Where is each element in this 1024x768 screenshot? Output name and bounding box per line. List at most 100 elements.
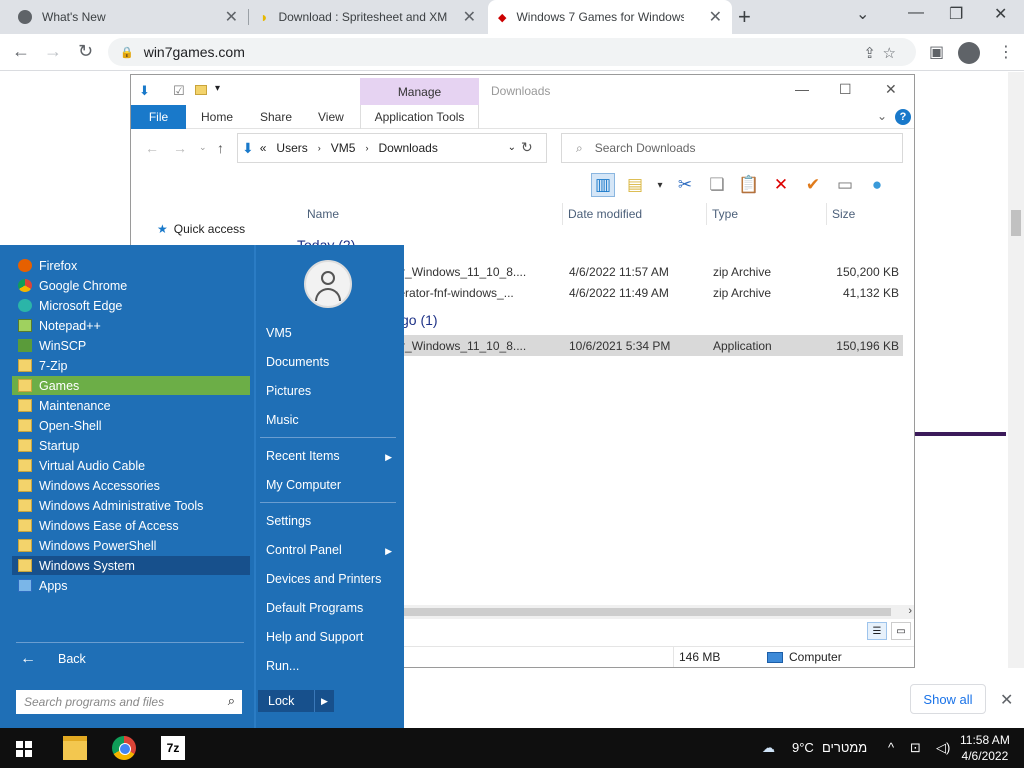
column-name[interactable]: Name xyxy=(307,207,339,221)
lock-button[interactable]: Lock ▶ xyxy=(258,690,334,712)
scrollbar-thumb[interactable] xyxy=(1011,210,1021,236)
page-scrollbar[interactable] xyxy=(1008,72,1024,668)
start-item-vm5[interactable]: VM5 xyxy=(266,326,396,340)
scrollbar-thumb[interactable] xyxy=(403,608,891,616)
windows-start-icon[interactable] xyxy=(16,741,32,757)
close-tab-icon[interactable]: ✕ xyxy=(463,7,476,27)
tab-application-tools[interactable]: Application Tools xyxy=(360,105,479,129)
close-download-bar-icon[interactable]: ✕ xyxy=(1000,690,1013,710)
column-type[interactable]: Type xyxy=(712,207,738,221)
start-item-pictures[interactable]: Pictures xyxy=(266,384,396,398)
show-hidden-icons-icon[interactable]: ^ xyxy=(888,740,894,755)
7zip-taskbar-icon[interactable]: 7z xyxy=(161,736,185,760)
delete-icon[interactable]: ✕ xyxy=(769,173,793,197)
chevron-down-icon[interactable]: ⌄ xyxy=(856,4,869,24)
properties-icon[interactable]: ⬇ xyxy=(139,83,150,99)
large-icons-view-icon[interactable]: ▭ xyxy=(891,622,911,640)
manage-context-tab[interactable]: Manage xyxy=(360,78,479,106)
minimize-icon[interactable]: — xyxy=(908,4,924,22)
program-google-chrome[interactable]: Google Chrome xyxy=(12,276,250,295)
recent-locations-icon[interactable]: ⌄ xyxy=(199,142,207,153)
program-windows-ease-of-access[interactable]: Windows Ease of Access xyxy=(12,516,250,535)
breadcrumb-chevron-icon[interactable]: › xyxy=(365,143,368,153)
table-row[interactable]: nl-generator-fnf-windows_... 4/6/2022 11… xyxy=(361,282,903,303)
share-icon[interactable]: ⇪ xyxy=(863,44,876,62)
start-item-music[interactable]: Music xyxy=(266,413,396,427)
table-row[interactable]: nes_for_Windows_11_10_8.... 10/6/2021 5:… xyxy=(361,335,903,356)
weather-temperature[interactable]: 9°C xyxy=(792,740,814,755)
start-item-default-programs[interactable]: Default Programs xyxy=(266,601,396,615)
help-icon[interactable]: ? xyxy=(895,109,911,125)
back-arrow-icon[interactable]: ← xyxy=(145,140,159,156)
tab-view[interactable]: View xyxy=(318,105,344,129)
weather-condition[interactable]: ממטרים xyxy=(822,740,867,755)
breadcrumb-downloads[interactable]: Downloads xyxy=(378,141,437,155)
menu-kebab-icon[interactable]: ⋮ xyxy=(998,42,1014,62)
start-item-documents[interactable]: Documents xyxy=(266,355,396,369)
preview-pane-icon[interactable]: ▥ xyxy=(591,173,615,197)
show-all-button[interactable]: Show all xyxy=(910,684,986,714)
horizontal-scrollbar[interactable]: › xyxy=(403,605,914,619)
program-notepadpp[interactable]: Notepad++ xyxy=(12,316,250,335)
new-folder-icon[interactable] xyxy=(195,83,207,98)
close-window-icon[interactable]: ✕ xyxy=(994,4,1007,24)
close-tab-icon[interactable]: ✕ xyxy=(225,7,238,27)
column-date-modified[interactable]: Date modified xyxy=(568,207,642,221)
start-item-devices-printers[interactable]: Devices and Printers xyxy=(266,572,396,586)
copy-icon[interactable]: ❏ xyxy=(705,173,729,197)
program-maintenance[interactable]: Maintenance xyxy=(12,396,250,415)
tab-home[interactable]: Home xyxy=(201,105,233,129)
cut-icon[interactable]: ✂ xyxy=(673,173,697,197)
program-open-shell[interactable]: Open-Shell xyxy=(12,416,250,435)
program-games[interactable]: Games xyxy=(12,376,250,395)
dropdown-icon[interactable]: ▾ xyxy=(655,173,665,197)
scroll-right-icon[interactable]: › xyxy=(908,605,912,617)
back-button[interactable]: ← Back xyxy=(20,650,86,668)
back-arrow-icon[interactable]: ← xyxy=(12,41,30,62)
details-view-icon[interactable]: ☰ xyxy=(867,622,887,640)
program-microsoft-edge[interactable]: Microsoft Edge xyxy=(12,296,250,315)
start-item-settings[interactable]: Settings xyxy=(266,514,396,528)
file-explorer-taskbar-icon[interactable] xyxy=(63,736,87,760)
breadcrumb-users[interactable]: Users xyxy=(276,141,307,155)
new-folder-menu-icon[interactable]: ▤ xyxy=(623,173,647,197)
close-tab-icon[interactable]: ✕ xyxy=(709,7,722,27)
checklist-icon[interactable]: ☑ xyxy=(173,83,185,99)
forward-arrow-icon[interactable]: → xyxy=(44,41,62,62)
start-item-recent-items[interactable]: Recent Items ▶ xyxy=(266,449,396,463)
tab-share[interactable]: Share xyxy=(260,105,292,129)
network-icon[interactable]: ⊡ xyxy=(910,740,921,756)
program-virtual-audio-cable[interactable]: Virtual Audio Cable xyxy=(12,456,250,475)
start-item-control-panel[interactable]: Control Panel ▶ xyxy=(266,543,396,557)
maximize-icon[interactable]: ☐ xyxy=(839,81,852,98)
minimize-icon[interactable]: — xyxy=(795,81,809,97)
side-panel-icon[interactable]: ▣ xyxy=(929,42,944,62)
address-dropdown-icon[interactable]: ⌄ xyxy=(508,142,516,153)
table-row[interactable]: nes_for_Windows_11_10_8.... 4/6/2022 11:… xyxy=(361,261,903,282)
weather-cloud-icon[interactable]: ☁ xyxy=(762,740,775,756)
address-bar[interactable]: 🔒 win7games.com ⇪ ☆ xyxy=(108,38,916,66)
tab-whats-new[interactable]: What's New ✕ xyxy=(8,0,248,34)
chrome-taskbar-icon[interactable] xyxy=(112,736,136,760)
program-windows-admin-tools[interactable]: Windows Administrative Tools xyxy=(12,496,250,515)
reload-icon[interactable]: ↻ xyxy=(78,41,93,62)
start-search-input[interactable]: Search programs and files ⌕ xyxy=(16,690,242,714)
tab-file[interactable]: File xyxy=(131,105,186,129)
rename-icon[interactable]: ▭ xyxy=(833,173,857,197)
nav-quick-access[interactable]: ★ Quick access xyxy=(157,222,245,236)
column-size[interactable]: Size xyxy=(832,207,855,221)
start-item-my-computer[interactable]: My Computer xyxy=(266,478,396,492)
program-windows-system[interactable]: Windows System xyxy=(12,556,250,575)
user-avatar[interactable] xyxy=(304,260,352,308)
search-icon[interactable]: ⌕ xyxy=(228,693,235,709)
clock[interactable]: 11:58 AM 4/6/2022 xyxy=(960,732,1010,764)
bookmark-star-icon[interactable]: ☆ xyxy=(883,44,896,62)
program-startup[interactable]: Startup xyxy=(12,436,250,455)
lock-options-arrow-icon[interactable]: ▶ xyxy=(314,690,334,712)
program-apps[interactable]: Apps xyxy=(12,576,250,595)
start-item-help-support[interactable]: Help and Support xyxy=(266,630,396,644)
breadcrumb-vm5[interactable]: VM5 xyxy=(331,141,356,155)
start-item-run[interactable]: Run... xyxy=(266,659,396,673)
refresh-icon[interactable]: ↻ xyxy=(521,139,533,156)
restore-icon[interactable]: ❐ xyxy=(949,4,963,24)
